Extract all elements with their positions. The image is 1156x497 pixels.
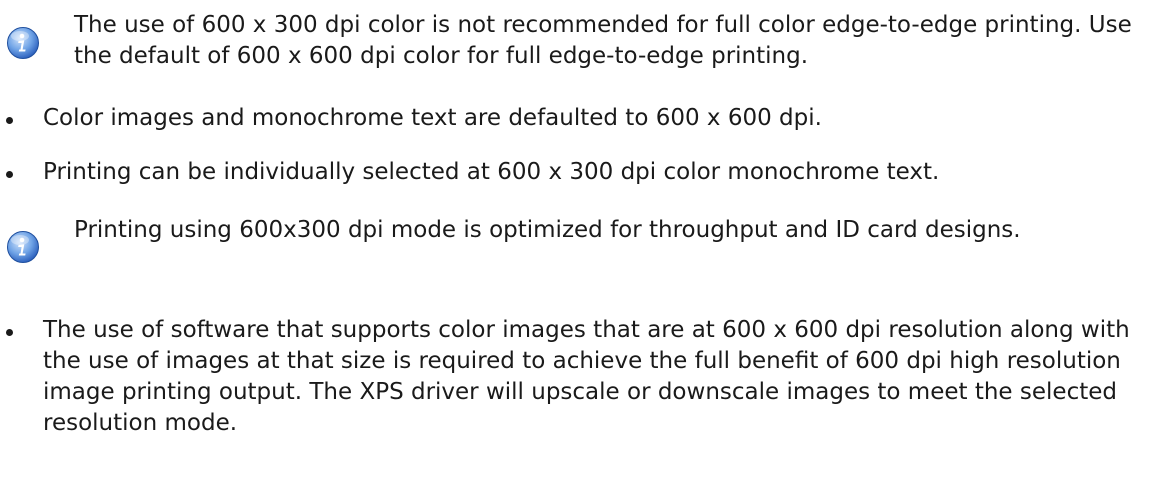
list-item-text: Printing can be individually selected at… (43, 159, 940, 185)
bullet-dot (6, 171, 13, 178)
info-icon (6, 230, 40, 264)
list-item-text: Color images and monochrome text are def… (43, 105, 822, 131)
bullet-dot (6, 329, 13, 336)
info-icon (6, 26, 40, 60)
document-page: The use of 600 x 300 dpi color is not re… (0, 0, 1156, 497)
bullet-dot (6, 117, 13, 124)
list-item-text: The use of software that supports color … (43, 317, 1130, 436)
note-text: Printing using 600x300 dpi mode is optim… (74, 217, 1021, 243)
note-text: The use of 600 x 300 dpi color is not re… (74, 12, 1132, 69)
